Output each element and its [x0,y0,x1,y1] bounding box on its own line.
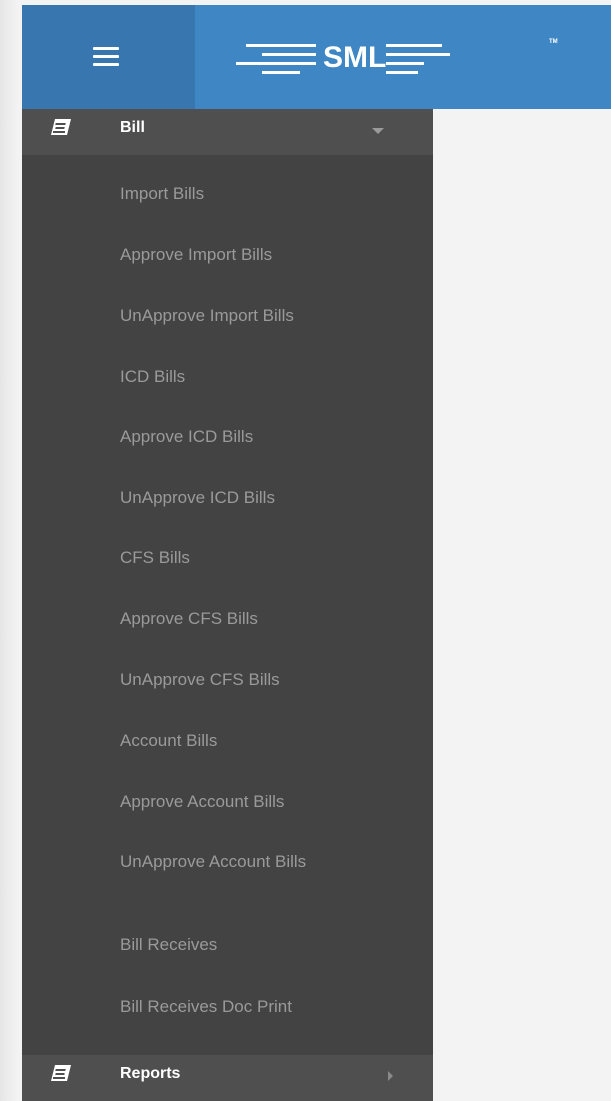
sidebar-item-bill[interactable]: Bill [22,109,433,155]
book-icon [51,119,71,135]
submenu-item-cfs-bills[interactable]: CFS Bills [120,548,420,568]
menu-toggle-button[interactable] [22,5,195,109]
logo-lines-icon [236,44,450,74]
sidebar-item-label: Bill [120,119,145,136]
submenu-item-approve-import-bills[interactable]: Approve Import Bills [120,245,420,265]
sidebar-item-reports[interactable]: Reports [22,1055,433,1101]
caret-right-icon [388,1071,393,1081]
sidebar-item-label: Reports [120,1065,181,1082]
submenu-item-approve-account-bills[interactable]: Approve Account Bills [120,792,420,812]
book-icon [51,1065,71,1081]
submenu-item-bill-receives-doc-print[interactable]: Bill Receives Doc Print [120,997,420,1017]
logo-text: SML [323,41,387,74]
caret-down-icon [372,128,384,134]
top-header: SML TM [22,5,611,109]
submenu-item-approve-icd-bills[interactable]: Approve ICD Bills [120,427,420,447]
submenu-item-import-bills[interactable]: Import Bills [120,184,420,204]
submenu-item-unapprove-account-bills[interactable]: UnApprove Account Bills [120,852,395,872]
submenu-item-unapprove-icd-bills[interactable]: UnApprove ICD Bills [120,488,420,508]
submenu-item-unapprove-cfs-bills[interactable]: UnApprove CFS Bills [120,670,420,690]
hamburger-icon [93,55,119,58]
logo-trademark: TM [549,39,558,45]
sidebar: Bill Import Bills Approve Import Bills U… [22,109,433,1101]
submenu-item-icd-bills[interactable]: ICD Bills [120,367,420,387]
hamburger-icon [93,47,119,50]
hamburger-icon [93,63,119,66]
submenu-item-approve-cfs-bills[interactable]: Approve CFS Bills [120,609,420,629]
page: SML TM Bill Import Bills Approve Import … [0,0,611,1101]
submenu-item-account-bills[interactable]: Account Bills [120,731,420,751]
submenu-item-unapprove-import-bills[interactable]: UnApprove Import Bills [120,306,420,326]
sml-logo[interactable]: SML TM [234,31,558,91]
submenu-item-bill-receives[interactable]: Bill Receives [120,935,420,955]
